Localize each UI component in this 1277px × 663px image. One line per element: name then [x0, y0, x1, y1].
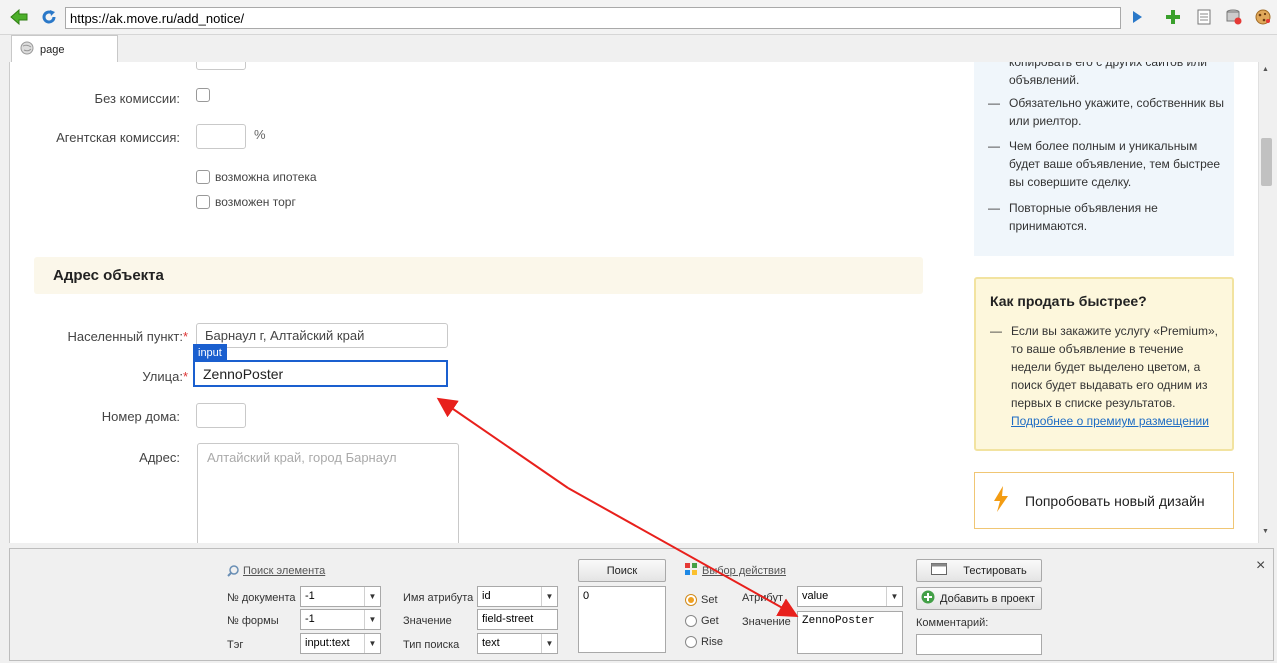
- set-radio[interactable]: [685, 594, 697, 606]
- attr-name-label: Имя атрибута: [403, 592, 474, 604]
- tag-select[interactable]: input:text ▼: [300, 633, 381, 654]
- no-commission-checkbox[interactable]: [196, 88, 210, 102]
- mortgage-label: возможна ипотека: [215, 170, 317, 184]
- magnifier-icon: [227, 565, 239, 580]
- form-select[interactable]: -1 ▼: [300, 609, 381, 630]
- document-icon[interactable]: [1195, 8, 1213, 26]
- doc-label: № документа: [227, 592, 296, 604]
- comment-input[interactable]: [916, 634, 1042, 655]
- action-value-input[interactable]: ZennoPoster: [797, 611, 903, 654]
- attribute-select[interactable]: value ▼: [797, 586, 903, 607]
- search-button[interactable]: Поиск: [578, 559, 666, 582]
- locality-label: Населенный пункт:*: [67, 329, 189, 344]
- address-section-title: Адрес объекта: [53, 267, 164, 284]
- tip-item: — Повторные объявления не принимаются.: [988, 201, 1158, 233]
- rise-radio[interactable]: [685, 636, 697, 648]
- input-badge: input: [193, 344, 227, 361]
- street-value: ZennoPoster: [203, 365, 284, 382]
- results-list[interactable]: 0: [578, 586, 666, 653]
- tip-item: — Чем более полным и уникальным будет ваш…: [988, 139, 1221, 189]
- premium-link[interactable]: Подробнее о премиум размещении: [1011, 414, 1209, 428]
- premium-box: Как продать быстрее? — Если вы закажите у…: [974, 277, 1234, 451]
- tab-page[interactable]: page: [11, 35, 118, 63]
- address-section-header: Адрес объекта: [34, 257, 923, 294]
- window-icon: [931, 563, 948, 578]
- value-input[interactable]: field-street: [477, 609, 558, 630]
- address-textarea[interactable]: Алтайский край, город Барнаул: [197, 443, 459, 543]
- search-type-label: Тип поиска: [403, 639, 460, 651]
- tip-item: — Обязательно укажите, собственник вы или…: [988, 96, 1224, 128]
- no-commission-label: Без комиссии:: [94, 91, 180, 106]
- close-icon[interactable]: ×: [1256, 557, 1265, 575]
- bargain-checkbox[interactable]: [196, 195, 210, 209]
- attribute-label: Атрибут: [742, 592, 783, 604]
- attr-name-select[interactable]: id ▼: [477, 586, 558, 607]
- new-design-label: Попробовать новый дизайн: [1025, 492, 1205, 509]
- value-label: Значение: [403, 615, 452, 627]
- locality-input[interactable]: Барнаул г, Алтайский край: [196, 323, 448, 348]
- address-label: Адрес:: [139, 450, 180, 465]
- plus-circle-icon: [921, 590, 935, 607]
- street-input[interactable]: ZennoPoster: [193, 360, 448, 387]
- house-input[interactable]: [196, 403, 246, 428]
- lightning-icon: [991, 485, 1011, 516]
- premium-text: — Если вы закажите услугу «Premium», то в…: [990, 324, 1218, 410]
- tip-partial: копировать его с других сайтов или объяв…: [1009, 62, 1207, 87]
- page-scrollbar[interactable]: ▲ ▼: [1258, 62, 1274, 543]
- mortgage-checkbox[interactable]: [196, 170, 210, 184]
- search-type-select[interactable]: text ▼: [477, 633, 558, 654]
- scrollbar-thumb[interactable]: [1261, 138, 1272, 186]
- url-input[interactable]: [65, 7, 1121, 29]
- action-value-label: Значение: [742, 616, 791, 628]
- tab-label: page: [40, 43, 65, 56]
- web-page: Без комиссии: Агентская комиссия: % возм…: [9, 62, 1259, 543]
- test-button[interactable]: Тестировать: [916, 559, 1042, 582]
- partial-field[interactable]: [196, 62, 246, 70]
- form-label: № формы: [227, 615, 279, 627]
- add-to-project-button[interactable]: Добавить в проект: [916, 587, 1042, 610]
- agent-commission-input[interactable]: [196, 124, 246, 149]
- action-icon: [684, 562, 698, 579]
- refresh-icon[interactable]: [40, 8, 58, 26]
- go-arrow-icon[interactable]: [1128, 8, 1146, 26]
- percent-unit: %: [254, 127, 266, 142]
- globe-icon: [20, 41, 34, 58]
- bargain-label: возможен торг: [215, 195, 296, 209]
- search-element-header[interactable]: Поиск элемента: [243, 565, 325, 577]
- set-label: Set: [701, 594, 718, 606]
- agent-commission-label: Агентская комиссия:: [56, 130, 180, 145]
- rise-label: Rise: [701, 636, 724, 648]
- tips-box: копировать его с других сайтов или объяв…: [974, 62, 1234, 256]
- cookie-icon[interactable]: [1254, 8, 1272, 26]
- action-select-header[interactable]: Выбор действия: [702, 565, 786, 577]
- comment-label: Комментарий:: [916, 617, 989, 629]
- address-placeholder: Алтайский край, город Барнаул: [207, 450, 397, 465]
- browser-toolbar: [0, 0, 1277, 35]
- database-icon[interactable]: [1225, 8, 1243, 26]
- get-label: Get: [701, 615, 719, 627]
- premium-title: Как продать быстрее?: [990, 293, 1147, 309]
- street-label: Улица:*: [142, 369, 188, 384]
- locality-value: Барнаул г, Алтайский край: [205, 328, 365, 343]
- tag-label: Тэг: [227, 639, 244, 651]
- house-label: Номер дома:: [101, 409, 180, 424]
- plus-icon[interactable]: [1164, 8, 1182, 26]
- doc-select[interactable]: -1 ▼: [300, 586, 381, 607]
- element-inspector-panel: Поиск элемента № документа -1 ▼ № формы -…: [9, 548, 1274, 661]
- new-design-button[interactable]: Попробовать новый дизайн: [974, 472, 1234, 529]
- get-radio[interactable]: [685, 615, 697, 627]
- back-arrow-icon[interactable]: [10, 8, 28, 26]
